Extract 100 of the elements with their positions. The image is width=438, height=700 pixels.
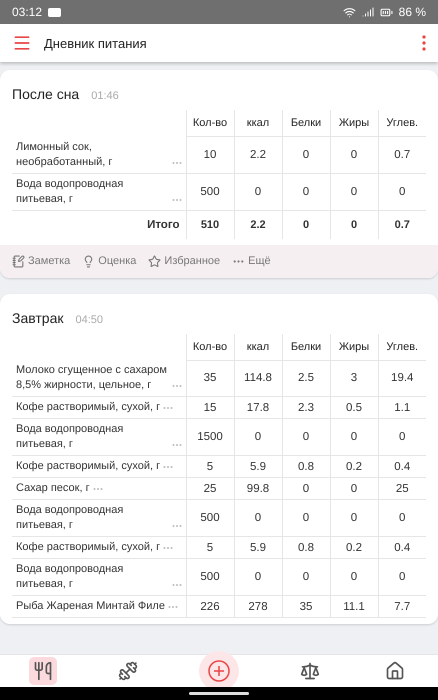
food-name[interactable]: Вода водопроводная питьевая, г [16, 422, 168, 452]
status-time: 03:12 [12, 5, 42, 19]
table-cell: 0 [282, 558, 330, 596]
more-icon[interactable] [172, 524, 182, 528]
table-cell: 0 [330, 173, 378, 210]
meal-title: Завтрак [12, 310, 64, 326]
star-icon [148, 254, 162, 268]
more-icon[interactable] [92, 487, 103, 491]
table-cell: 15 [186, 396, 234, 418]
more-icon[interactable] [163, 546, 174, 550]
total-cell: 0 [282, 210, 330, 238]
total-cell: 0.7 [378, 210, 426, 238]
table-cell: 500 [186, 173, 234, 210]
table-cell: 11.1 [330, 596, 378, 618]
table-cell: 5 [186, 456, 234, 478]
table-cell: 0 [234, 418, 282, 456]
column-header: Кол-во [186, 110, 234, 136]
table-cell: 500 [186, 558, 234, 596]
more-icon[interactable] [168, 605, 178, 609]
table-cell: 0.4 [378, 536, 426, 558]
table-cell: 0 [282, 418, 330, 456]
column-header: Углев. [378, 110, 426, 136]
table-cell: 5.9 [234, 536, 282, 558]
table-cell: 5 [186, 536, 234, 558]
column-header: ккал [234, 334, 282, 360]
column-header: Жиры [330, 334, 378, 360]
column-header: Кол-во [186, 334, 234, 360]
column-header: Углев. [378, 334, 426, 360]
table-cell: 0.2 [330, 536, 378, 558]
more-icon[interactable] [172, 160, 182, 164]
table-cell: 0 [378, 558, 426, 596]
battery-icon [380, 6, 393, 18]
food-name[interactable]: Кофе растворимый, сухой, г [16, 540, 160, 555]
table-cell: 7.7 [378, 596, 426, 618]
battery-level: 86 % [398, 5, 426, 19]
table-cell: 17.8 [234, 396, 282, 418]
gesture-bar [189, 692, 249, 695]
table-cell: 2.5 [282, 360, 330, 396]
food-name[interactable]: Вода водопроводная питьевая, г [16, 503, 168, 533]
table-cell: 0 [282, 173, 330, 210]
table-cell: 0 [330, 500, 378, 536]
table-cell: 0 [282, 136, 330, 173]
table-cell: 226 [186, 596, 234, 618]
action-button[interactable]: Заметка [12, 254, 70, 268]
food-name[interactable]: Вода водопроводная питьевая, г [16, 562, 168, 592]
total-label: Итого [12, 210, 186, 238]
table-cell: 0 [330, 418, 378, 456]
column-header: Жиры [330, 110, 378, 136]
table-cell: 0 [282, 500, 330, 536]
food-name[interactable]: Сахар песок, г [16, 481, 90, 496]
video-icon [48, 8, 62, 16]
more-icon[interactable] [172, 198, 182, 202]
meal-title: После сна [12, 86, 80, 102]
action-button[interactable]: Избранное [148, 254, 220, 268]
action-button[interactable]: Ещё [232, 254, 271, 268]
total-cell: 510 [186, 210, 234, 238]
table-cell: 0.5 [330, 396, 378, 418]
more-icon[interactable] [172, 443, 182, 447]
more-icon[interactable] [163, 406, 174, 410]
food-name[interactable]: Кофе растворимый, сухой, г [16, 459, 160, 474]
food-name[interactable]: Кофе растворимый, сухой, г [16, 400, 160, 415]
table-cell: 25 [186, 478, 234, 500]
table-cell: 278 [234, 596, 282, 618]
table-cell: 0.8 [282, 536, 330, 558]
wifi-icon [342, 6, 356, 18]
table-cell: 2.3 [282, 396, 330, 418]
more-icon[interactable] [172, 583, 182, 587]
table-cell: 10 [186, 136, 234, 173]
food-name[interactable]: Молоко сгущенное с сахаром 8,5% жирности, цельное, г [16, 363, 168, 393]
table-cell: 5.9 [234, 456, 282, 478]
action-button[interactable]: Оценка [82, 254, 136, 268]
table-cell: 500 [186, 500, 234, 536]
table-cell: 0.8 [282, 456, 330, 478]
food-name[interactable]: Вода водопроводная питьевая, г [16, 176, 168, 206]
plus-circle-icon [206, 659, 231, 683]
note-icon [12, 254, 25, 268]
table-cell: 25 [378, 478, 426, 500]
kebab-icon [422, 35, 426, 51]
app-title: Дневник питания [44, 36, 147, 50]
total-cell: 0 [330, 210, 378, 238]
food-name[interactable]: Рыба Жареная Минтай Филе [16, 599, 165, 614]
table-cell: 0 [378, 500, 426, 536]
table-cell: 2.2 [234, 136, 282, 173]
more-icon[interactable] [172, 384, 182, 388]
column-header: Белки [282, 110, 330, 136]
table-cell: 0 [282, 478, 330, 500]
table-cell: 0 [234, 558, 282, 596]
table-cell: 0 [378, 418, 426, 456]
meal-time: 01:46 [91, 90, 119, 102]
table-cell: 1.1 [378, 396, 426, 418]
table-cell: 19.4 [378, 360, 426, 396]
table-cell: 0 [330, 136, 378, 173]
more-icon[interactable] [163, 465, 174, 469]
table-cell: 0 [234, 500, 282, 536]
table-cell: 1500 [186, 418, 234, 456]
food-name[interactable]: Лимонный сок, необработанный, г [16, 140, 168, 170]
table-cell: 0.4 [378, 456, 426, 478]
table-cell: 0 [234, 173, 282, 210]
table-cell: 0 [330, 478, 378, 500]
utensils-tab[interactable] [28, 657, 57, 685]
